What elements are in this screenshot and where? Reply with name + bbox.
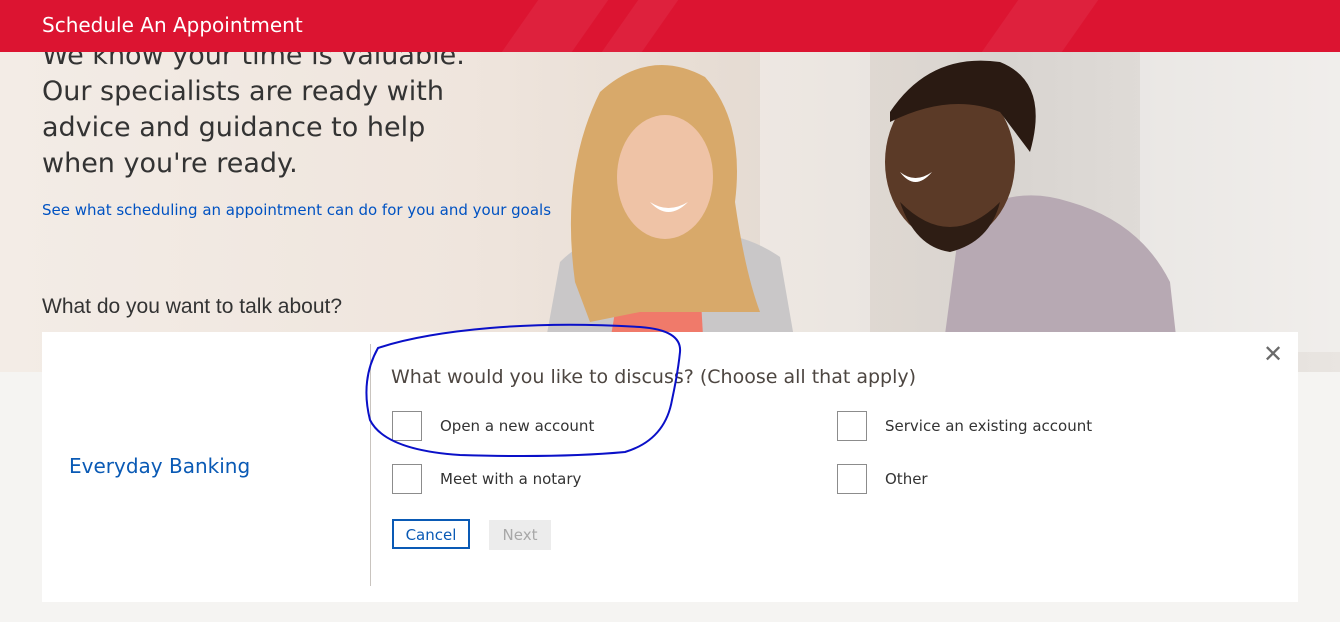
header-bar: Schedule An Appointment xyxy=(0,0,1340,52)
option-label: Service an existing account xyxy=(885,417,1093,435)
checkbox[interactable] xyxy=(392,411,422,441)
option-other[interactable]: Other xyxy=(837,464,957,494)
header-stripe xyxy=(501,0,609,52)
cancel-button[interactable]: Cancel xyxy=(392,519,470,549)
hero-banner: We know your time is valuable. Our speci… xyxy=(0,52,1340,372)
option-service-existing-account[interactable]: Service an existing account xyxy=(837,411,1117,441)
discussion-panel: Everyday Banking ✕ What would you like t… xyxy=(42,332,1298,602)
panel-divider xyxy=(370,344,371,586)
option-meet-notary[interactable]: Meet with a notary xyxy=(392,464,622,494)
hero-woman-face xyxy=(617,115,713,239)
header-stripe xyxy=(981,0,1099,52)
close-icon[interactable]: ✕ xyxy=(1261,343,1285,367)
discussion-prompt: What would you like to discuss? (Choose … xyxy=(391,366,917,388)
category-label: Everyday Banking xyxy=(69,454,251,478)
header-stripe xyxy=(601,0,679,52)
option-open-new-account[interactable]: Open a new account xyxy=(392,411,622,441)
checkbox[interactable] xyxy=(392,464,422,494)
next-button[interactable]: Next xyxy=(489,520,551,550)
checkbox[interactable] xyxy=(837,411,867,441)
header-title: Schedule An Appointment xyxy=(42,13,303,37)
checkbox[interactable] xyxy=(837,464,867,494)
topic-question: What do you want to talk about? xyxy=(42,295,343,318)
option-label: Open a new account xyxy=(440,417,595,435)
hero-tagline: We know your time is valuable. Our speci… xyxy=(42,52,465,179)
appointment-info-link[interactable]: See what scheduling an appointment can d… xyxy=(42,201,551,219)
option-label: Meet with a notary xyxy=(440,470,582,488)
option-label: Other xyxy=(885,470,928,488)
